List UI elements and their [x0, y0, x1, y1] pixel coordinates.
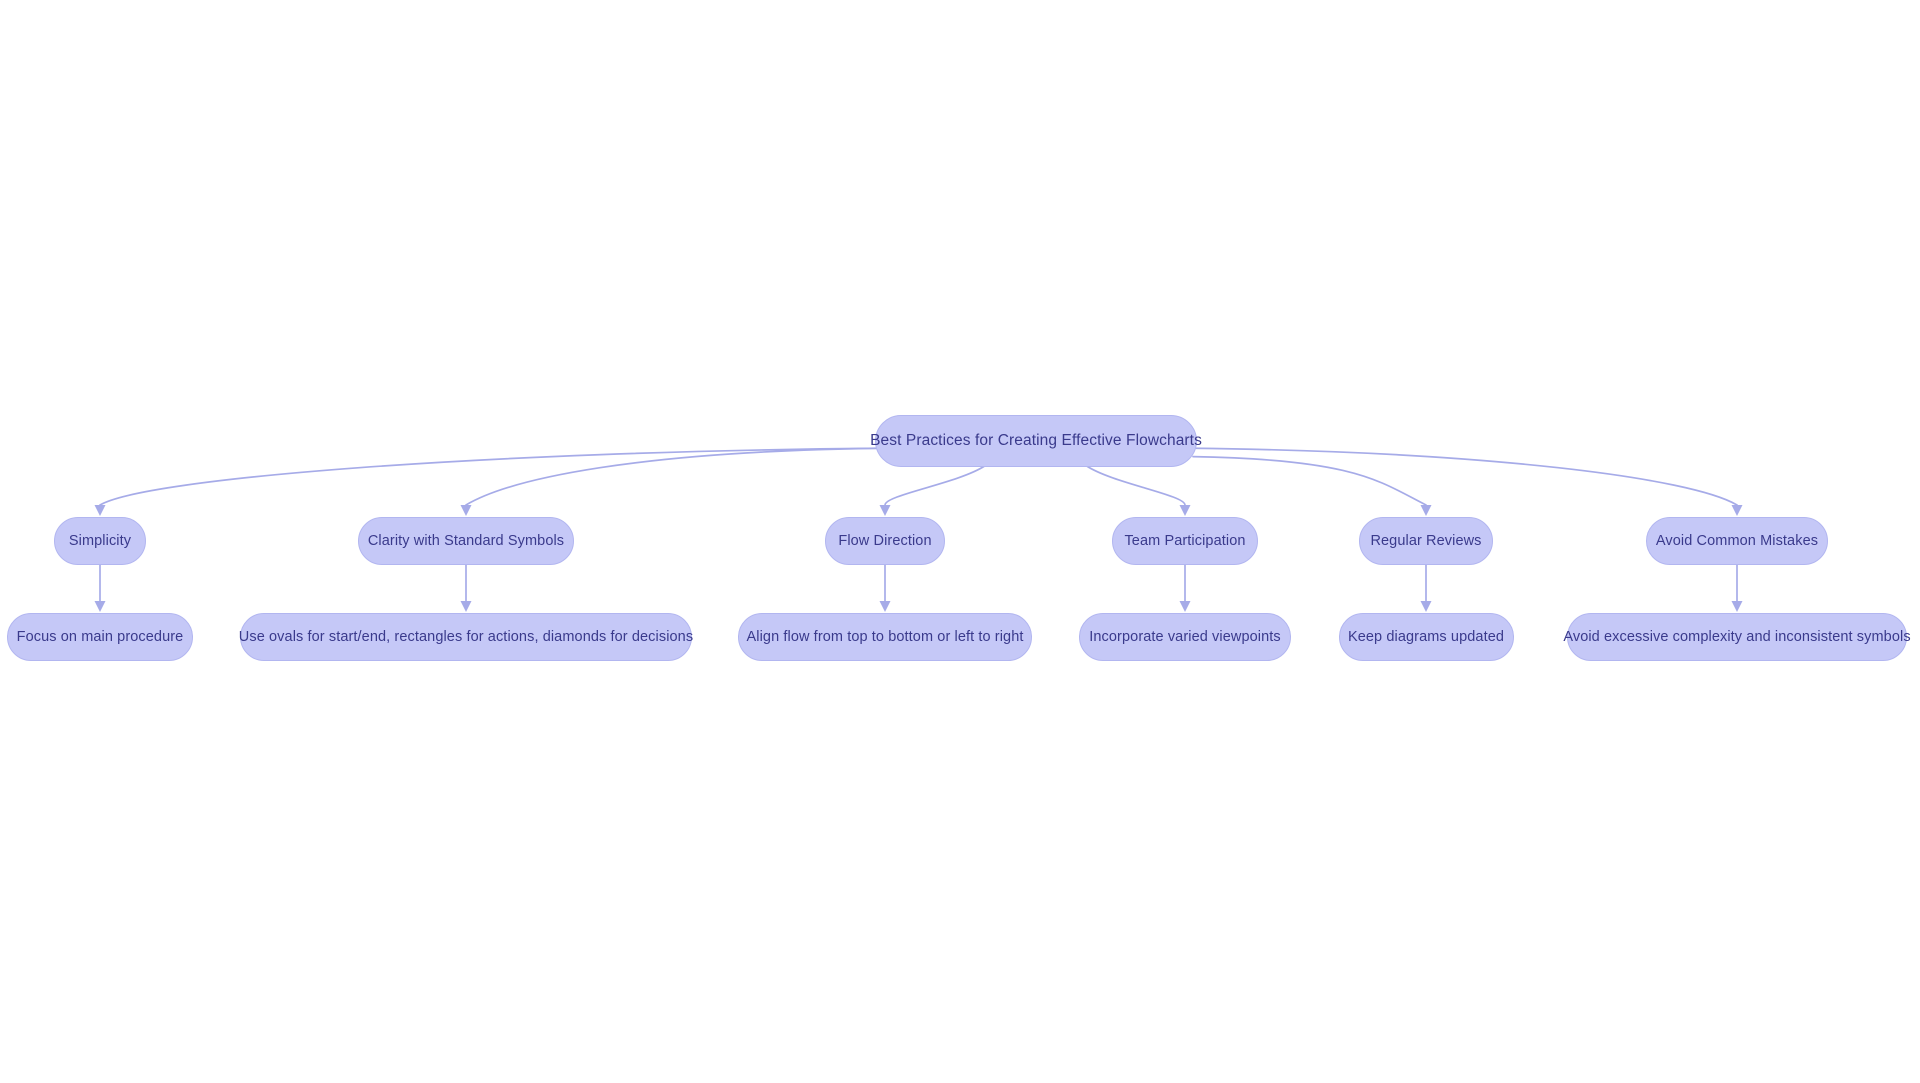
node-layer: Best Practices for Creating Effective Fl… — [0, 0, 1920, 1083]
root-node-label: Best Practices for Creating Effective Fl… — [870, 432, 1202, 450]
leaf-node-focus-on-main-procedure-label: Focus on main procedure — [16, 628, 184, 645]
leaf-node-avoid-excessive-complexity-and-inconsistent-sy[interactable]: Avoid excessive complexity and inconsist… — [1563, 613, 1911, 661]
branch-node-simplicity-label: Simplicity — [68, 532, 132, 549]
leaf-node-keep-diagrams-updated-label: Keep diagrams updated — [1347, 628, 1505, 645]
leaf-node-focus-on-main-procedure[interactable]: Focus on main procedure — [7, 613, 193, 661]
leaf-node-keep-diagrams-updated[interactable]: Keep diagrams updated — [1338, 613, 1514, 661]
leaf-node-use-ovals-for-start-end-rectangles-for-actions-label: Use ovals for start/end, rectangles for … — [238, 628, 694, 645]
branch-node-clarity-with-standard-symbols-label: Clarity with Standard Symbols — [367, 532, 565, 549]
branch-node-team-participation[interactable]: Team Participation — [1112, 517, 1258, 565]
branch-node-team-participation-label: Team Participation — [1124, 532, 1246, 549]
leaf-node-avoid-excessive-complexity-and-inconsistent-sy-label: Avoid excessive complexity and inconsist… — [1563, 628, 1911, 645]
leaf-node-align-flow-from-top-to-bottom-or-left-to-right-label: Align flow from top to bottom or left to… — [746, 628, 1024, 645]
branch-node-regular-reviews-label: Regular Reviews — [1370, 532, 1482, 549]
leaf-node-use-ovals-for-start-end-rectangles-for-actions[interactable]: Use ovals for start/end, rectangles for … — [238, 613, 694, 661]
branch-node-flow-direction[interactable]: Flow Direction — [825, 517, 945, 565]
branch-node-simplicity[interactable]: Simplicity — [54, 517, 146, 565]
branch-node-flow-direction-label: Flow Direction — [838, 532, 932, 549]
leaf-node-incorporate-varied-viewpoints-label: Incorporate varied viewpoints — [1089, 628, 1281, 645]
branch-node-regular-reviews[interactable]: Regular Reviews — [1359, 517, 1493, 565]
mind-map-canvas: Best Practices for Creating Effective Fl… — [0, 0, 1920, 1083]
leaf-node-align-flow-from-top-to-bottom-or-left-to-right[interactable]: Align flow from top to bottom or left to… — [738, 613, 1032, 661]
branch-node-clarity-with-standard-symbols[interactable]: Clarity with Standard Symbols — [358, 517, 574, 565]
leaf-node-incorporate-varied-viewpoints[interactable]: Incorporate varied viewpoints — [1079, 613, 1291, 661]
branch-node-avoid-common-mistakes[interactable]: Avoid Common Mistakes — [1646, 517, 1828, 565]
root-node[interactable]: Best Practices for Creating Effective Fl… — [870, 415, 1202, 467]
branch-node-avoid-common-mistakes-label: Avoid Common Mistakes — [1655, 532, 1819, 549]
